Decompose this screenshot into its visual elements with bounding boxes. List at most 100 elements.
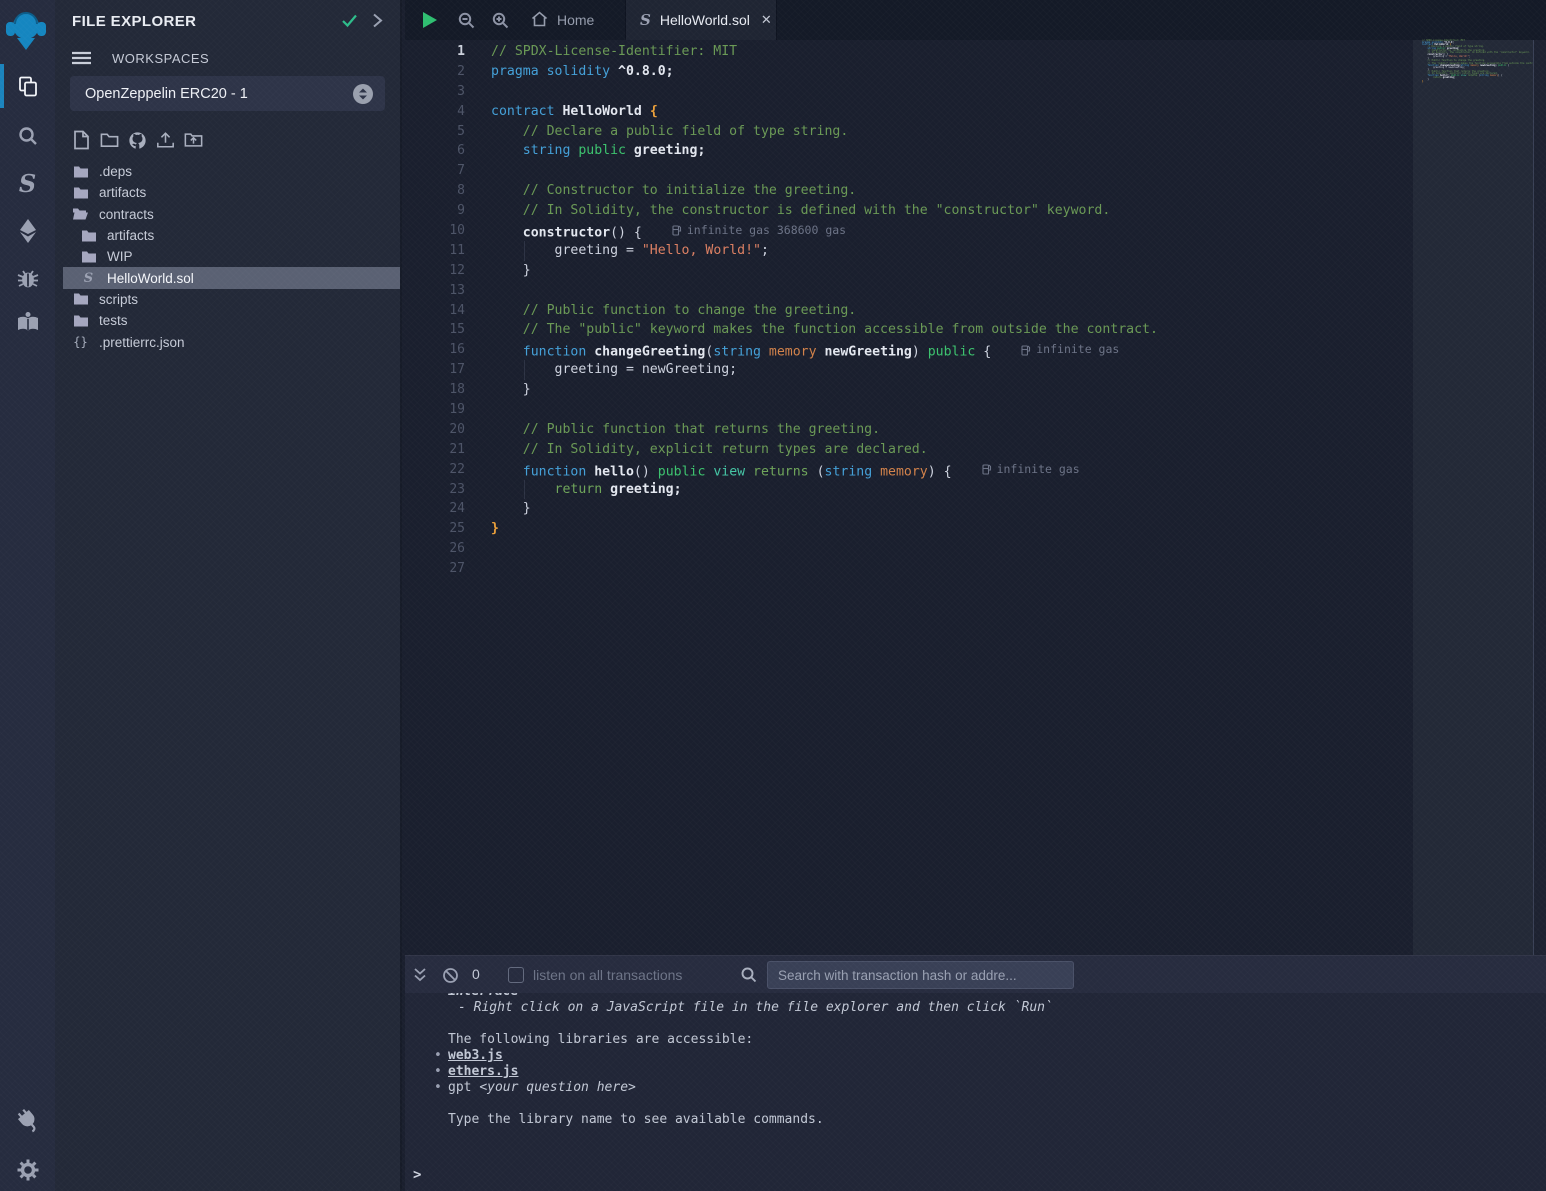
code-line-14[interactable]: // Public function to change the greetin… <box>480 301 1413 321</box>
terminal-search-input[interactable] <box>767 961 1074 989</box>
new-file-icon[interactable] <box>72 130 91 150</box>
collapse-chevron-right-icon[interactable] <box>370 12 385 34</box>
code-line-18[interactable]: } <box>480 380 1413 400</box>
zoom-in-icon[interactable] <box>492 12 509 34</box>
code-line-8[interactable]: // Constructor to initialize the greetin… <box>480 181 1413 201</box>
upload-file-icon[interactable] <box>156 130 175 150</box>
code-line-25[interactable]: } <box>480 519 1413 539</box>
tree-item--prettierrc-json[interactable]: {}.prettierrc.json <box>55 331 400 352</box>
terminal-line <box>405 1096 1546 1112</box>
gas-estimate: infinite gas 368600 gas <box>672 221 846 241</box>
code-line-12[interactable]: } <box>480 261 1413 281</box>
file-explorer-icon[interactable] <box>0 71 55 101</box>
line-number: 18 <box>405 380 480 400</box>
line-number: 12 <box>405 261 480 281</box>
tree-item--deps[interactable]: .deps <box>55 161 400 182</box>
code-line-19[interactable] <box>480 400 1413 420</box>
upload-folder-icon[interactable] <box>184 130 203 150</box>
code-line-13[interactable] <box>480 281 1413 301</box>
editor-area: Home S HelloWorld.sol ✕ 1234567891011121… <box>405 0 1546 955</box>
code-line-3[interactable] <box>480 82 1413 102</box>
run-script-play-icon[interactable] <box>421 11 438 34</box>
solidity-compiler-icon[interactable]: S <box>0 168 55 198</box>
settings-gear-icon[interactable] <box>0 1155 55 1185</box>
learneth-icon[interactable] <box>0 307 55 337</box>
tab-home[interactable]: Home <box>517 0 608 40</box>
tree-item-artifacts[interactable]: artifacts <box>55 182 400 203</box>
terminal-expand-icon[interactable] <box>412 967 428 988</box>
code-line-5[interactable]: // Declare a public field of type string… <box>480 122 1413 142</box>
terminal-line: •ethers.js <box>405 1064 1546 1080</box>
indent-guide <box>524 360 525 380</box>
zoom-out-icon[interactable] <box>458 12 475 34</box>
tree-item-scripts[interactable]: scripts <box>55 289 400 310</box>
editor-scrollbar-strip[interactable] <box>1534 40 1546 955</box>
workspace-select[interactable]: OpenZeppelin ERC20 - 1 <box>70 76 385 111</box>
tree-item-wip[interactable]: WIP <box>55 246 400 267</box>
code-line-10[interactable]: constructor() {infinite gas 368600 gas <box>480 221 1413 241</box>
debugger-icon[interactable] <box>0 264 55 294</box>
workspaces-menu-icon[interactable] <box>71 49 92 72</box>
line-number: 27 <box>405 559 480 579</box>
tree-item-contracts[interactable]: contracts <box>55 204 400 225</box>
terminal-line: The following libraries are accessible: <box>405 1032 1546 1048</box>
code-line-27[interactable] <box>480 559 1413 579</box>
tab-helloworld-sol[interactable]: S HelloWorld.sol ✕ <box>625 0 777 40</box>
tree-item-label: artifacts <box>107 228 154 243</box>
code-line-2[interactable]: pragma solidity ^0.8.0; <box>480 62 1413 82</box>
code-line-24[interactable]: } <box>480 499 1413 519</box>
code-line-11[interactable]: greeting = "Hello, World!"; <box>480 241 1413 261</box>
file-explorer-panel: FILE EXPLORER WORKSPACES OpenZeppelin ER… <box>55 0 402 1191</box>
listen-transactions-checkbox[interactable] <box>508 967 524 983</box>
code-line-23[interactable]: return greeting; <box>480 480 1413 500</box>
library-link-ethers-js[interactable]: ethers.js <box>448 1064 518 1079</box>
home-icon <box>531 11 548 30</box>
editor-tab-bar: Home S HelloWorld.sol ✕ <box>405 0 1546 40</box>
code-line-17[interactable]: greeting = newGreeting; <box>480 360 1413 380</box>
line-number: 13 <box>405 281 480 301</box>
line-number: 19 <box>405 400 480 420</box>
close-tab-icon[interactable]: ✕ <box>761 12 772 28</box>
code-line-15[interactable]: // The "public" keyword makes the functi… <box>480 320 1413 340</box>
accept-check-icon[interactable] <box>341 12 358 34</box>
code-line-22[interactable]: function hello() public view returns (st… <box>480 460 1413 480</box>
deploy-and-run-icon[interactable] <box>0 216 55 246</box>
line-number: 23 <box>405 480 480 500</box>
code-editor[interactable]: // SPDX-License-Identifier: MITpragma so… <box>480 40 1413 955</box>
plugin-manager-icon[interactable] <box>0 1105 55 1135</box>
terminal-output[interactable]: interface- Right click on a JavaScript f… <box>405 993 1546 1191</box>
tree-item-tests[interactable]: tests <box>55 310 400 331</box>
tree-item-artifacts[interactable]: artifacts <box>55 225 400 246</box>
remix-logo-icon[interactable] <box>3 6 49 54</box>
line-number: 2 <box>405 62 480 82</box>
clone-github-icon[interactable] <box>128 130 147 150</box>
code-line-6[interactable]: string public greeting; <box>480 141 1413 161</box>
code-line-4[interactable]: contract HelloWorld { <box>480 102 1413 122</box>
minimap-divider <box>1533 40 1534 955</box>
indent-guide <box>524 480 525 500</box>
new-folder-icon[interactable] <box>100 130 119 150</box>
code-line-20[interactable]: // Public function that returns the gree… <box>480 420 1413 440</box>
tree-item-label: contracts <box>99 207 154 222</box>
clear-console-icon[interactable] <box>442 967 459 989</box>
transaction-count-badge: 0 <box>472 966 480 982</box>
code-line-16[interactable]: function changeGreeting(string memory ne… <box>480 340 1413 360</box>
code-line-9[interactable]: // In Solidity, the constructor is defin… <box>480 201 1413 221</box>
code-line-26[interactable] <box>480 539 1413 559</box>
folder-icon <box>72 186 89 200</box>
solidity-file-icon: S <box>640 11 651 29</box>
minimap[interactable]: // SPDX-License-Identifier: MITpragma so… <box>1413 40 1546 955</box>
gas-estimate: infinite gas <box>982 460 1080 480</box>
code-line-7[interactable] <box>480 161 1413 181</box>
library-link-web3-js[interactable]: web3.js <box>448 1048 503 1063</box>
tree-item-helloworld-sol[interactable]: SHelloWorld.sol <box>55 267 400 288</box>
tree-item-label: tests <box>99 313 128 328</box>
folder-icon <box>80 229 97 243</box>
search-icon[interactable] <box>0 121 55 151</box>
code-line-1[interactable]: // SPDX-License-Identifier: MIT <box>480 42 1413 62</box>
tree-item-label: WIP <box>107 249 133 264</box>
line-number: 7 <box>405 161 480 181</box>
code-line-21[interactable]: // In Solidity, explicit return types ar… <box>480 440 1413 460</box>
terminal-prompt[interactable]: > <box>413 1167 421 1183</box>
folder-icon <box>72 314 89 328</box>
